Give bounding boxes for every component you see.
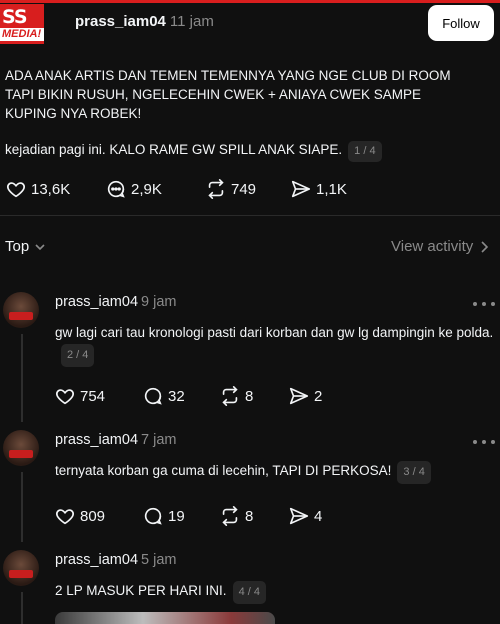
sort-dropdown[interactable]: Top [5,238,47,255]
comment-count: 19 [168,507,185,525]
send-icon [289,507,309,525]
view-activity-link[interactable]: View activity [391,238,490,255]
share-count: 2 [314,387,323,405]
send-icon [289,387,309,405]
thread-connector-line [21,334,23,422]
reply-timestamp: 5 jam [141,552,177,568]
chevron-right-icon [481,240,489,253]
reply-username[interactable]: prass_iam04 [55,432,138,448]
reply-text: ternyata korban ga cuma di lecehin, TAPI… [55,463,392,478]
thread-connector-line [21,592,23,624]
thread-page-badge: 1 / 4 [348,141,382,162]
view-activity-label: View activity [391,238,474,255]
comment-button[interactable]: 32 [142,385,219,407]
thread-connector-line [21,472,23,542]
reply-timestamp: 9 jam [141,294,177,310]
reply-avatar[interactable] [3,292,39,328]
chevron-down-icon [35,243,45,250]
share-button[interactable]: 1,1K [290,178,347,200]
thread-page-badge: 4 / 4 [232,581,266,604]
section-divider [0,215,500,216]
share-count: 4 [314,507,323,525]
reply-text: 2 LP MASUK PER HARI INI. [55,583,227,598]
comment-button[interactable]: 19 [142,505,219,527]
reply-body: 2 LP MASUK PER HARI INI. 4 / 4 [55,580,495,604]
thread-page-badge: 2 / 4 [61,344,95,367]
repost-button[interactable]: 8 [219,505,288,527]
repost-icon [208,179,224,199]
post-body-secondary-text: kejadian pagi ini. KALO RAME GW SPILL AN… [5,142,343,157]
like-button[interactable]: 809 [54,505,142,527]
post-author: prass_iam04 11 jam [75,13,214,30]
send-icon [291,180,311,198]
reply-body: ternyata korban ga cuma di lecehin, TAPI… [55,460,495,484]
heart-icon [56,389,74,405]
reply-author: prass_iam04 9 jam [55,294,176,310]
share-count: 1,1K [316,180,347,198]
reply-username[interactable]: prass_iam04 [55,294,138,310]
repost-icon [222,386,238,406]
top-accent-bar [0,0,500,3]
more-options-icon[interactable] [473,440,495,446]
heart-icon [56,509,74,525]
like-button[interactable]: 754 [54,385,142,407]
post-timestamp: 11 jam [169,13,214,30]
more-options-icon[interactable] [473,302,495,308]
like-count: 13,6K [31,180,71,198]
thread-page-badge: 3 / 4 [397,461,431,484]
comment-icon [144,387,162,405]
reply-actions: 754 32 8 2 [54,385,322,407]
reply-avatar[interactable] [3,550,39,586]
like-count: 809 [80,507,106,525]
post-body-secondary: kejadian pagi ini. KALO RAME GW SPILL AN… [5,140,485,162]
reply-actions: 809 19 8 4 [54,505,322,527]
comment-button[interactable]: 2,9K [105,178,205,200]
reply-author: prass_iam04 5 jam [55,552,176,568]
reply-body: gw lagi cari tau kronologi pasti dari ko… [55,322,495,367]
repost-button[interactable]: 749 [205,178,290,200]
repost-icon [222,506,238,526]
avatar[interactable]: SS MEDIA! [0,4,44,44]
heart-icon [7,182,25,198]
share-button[interactable]: 2 [288,385,322,407]
reply-avatar[interactable] [3,430,39,466]
reply-text: gw lagi cari tau kronologi pasti dari ko… [55,325,494,340]
comment-count: 32 [168,387,185,405]
reply-timestamp: 7 jam [141,432,177,448]
share-button[interactable]: 4 [288,505,322,527]
avatar-logo-subtext: MEDIA! [0,28,44,41]
like-count: 754 [80,387,106,405]
comment-count: 2,9K [131,180,162,198]
comment-icon [107,180,125,198]
repost-count: 8 [245,387,254,405]
post-actions: 13,6K 2,9K 749 1,1K [5,178,347,200]
attached-image[interactable] [55,612,275,624]
reply-username[interactable]: prass_iam04 [55,552,138,568]
follow-button[interactable]: Follow [428,5,494,41]
comment-icon [144,507,162,525]
like-button[interactable]: 13,6K [5,178,105,200]
repost-count: 8 [245,507,254,525]
sort-label: Top [5,238,30,255]
username-link[interactable]: prass_iam04 [75,13,166,30]
post-body: ADA ANAK ARTIS DAN TEMEN TEMENNYA YANG N… [5,68,451,121]
avatar-logo-text: SS [2,6,27,28]
repost-button[interactable]: 8 [219,385,288,407]
reply-author: prass_iam04 7 jam [55,432,176,448]
repost-count: 749 [231,180,257,198]
